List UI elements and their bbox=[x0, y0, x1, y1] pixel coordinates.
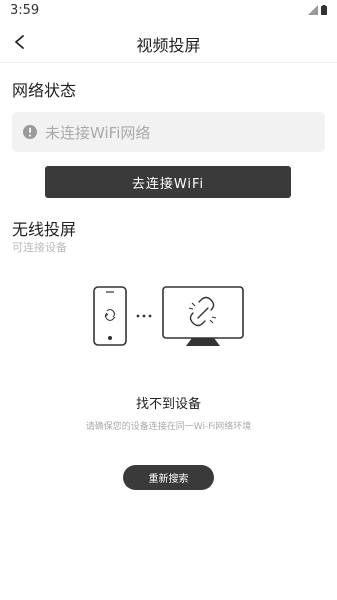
phone-icon bbox=[93, 286, 127, 346]
wireless-cast-title: 无线投屏 bbox=[12, 220, 77, 239]
wifi-status-box: 未连接WiFi网络 bbox=[12, 112, 325, 152]
wifi-status-text: 未连接WiFi网络 bbox=[45, 124, 151, 142]
cast-illustration bbox=[93, 286, 244, 346]
network-status-title: 网络状态 bbox=[12, 81, 77, 100]
ellipsis-icon bbox=[136, 314, 152, 318]
status-time: 3:59 bbox=[10, 3, 40, 18]
connect-wifi-button[interactable]: 去连接WiFi bbox=[45, 166, 291, 198]
status-bar: 3:59 bbox=[0, 0, 337, 22]
rescan-button[interactable]: 重新搜索 bbox=[123, 465, 214, 490]
no-device-title: 找不到设备 bbox=[135, 397, 201, 412]
status-icons bbox=[308, 5, 327, 15]
no-device-hint: 请确保您的设备连接在同一Wi-Fi网络环境 bbox=[85, 422, 252, 432]
broken-link-icon bbox=[188, 296, 217, 327]
battery-icon bbox=[321, 5, 327, 15]
connectable-devices-label: 可连接设备 bbox=[12, 241, 67, 254]
page-title: 视频投屏 bbox=[136, 36, 201, 55]
nav-bar: 视频投屏 bbox=[0, 24, 337, 63]
tv-icon bbox=[162, 286, 244, 346]
signal-icon bbox=[308, 5, 318, 15]
alert-circle-icon bbox=[23, 125, 37, 139]
